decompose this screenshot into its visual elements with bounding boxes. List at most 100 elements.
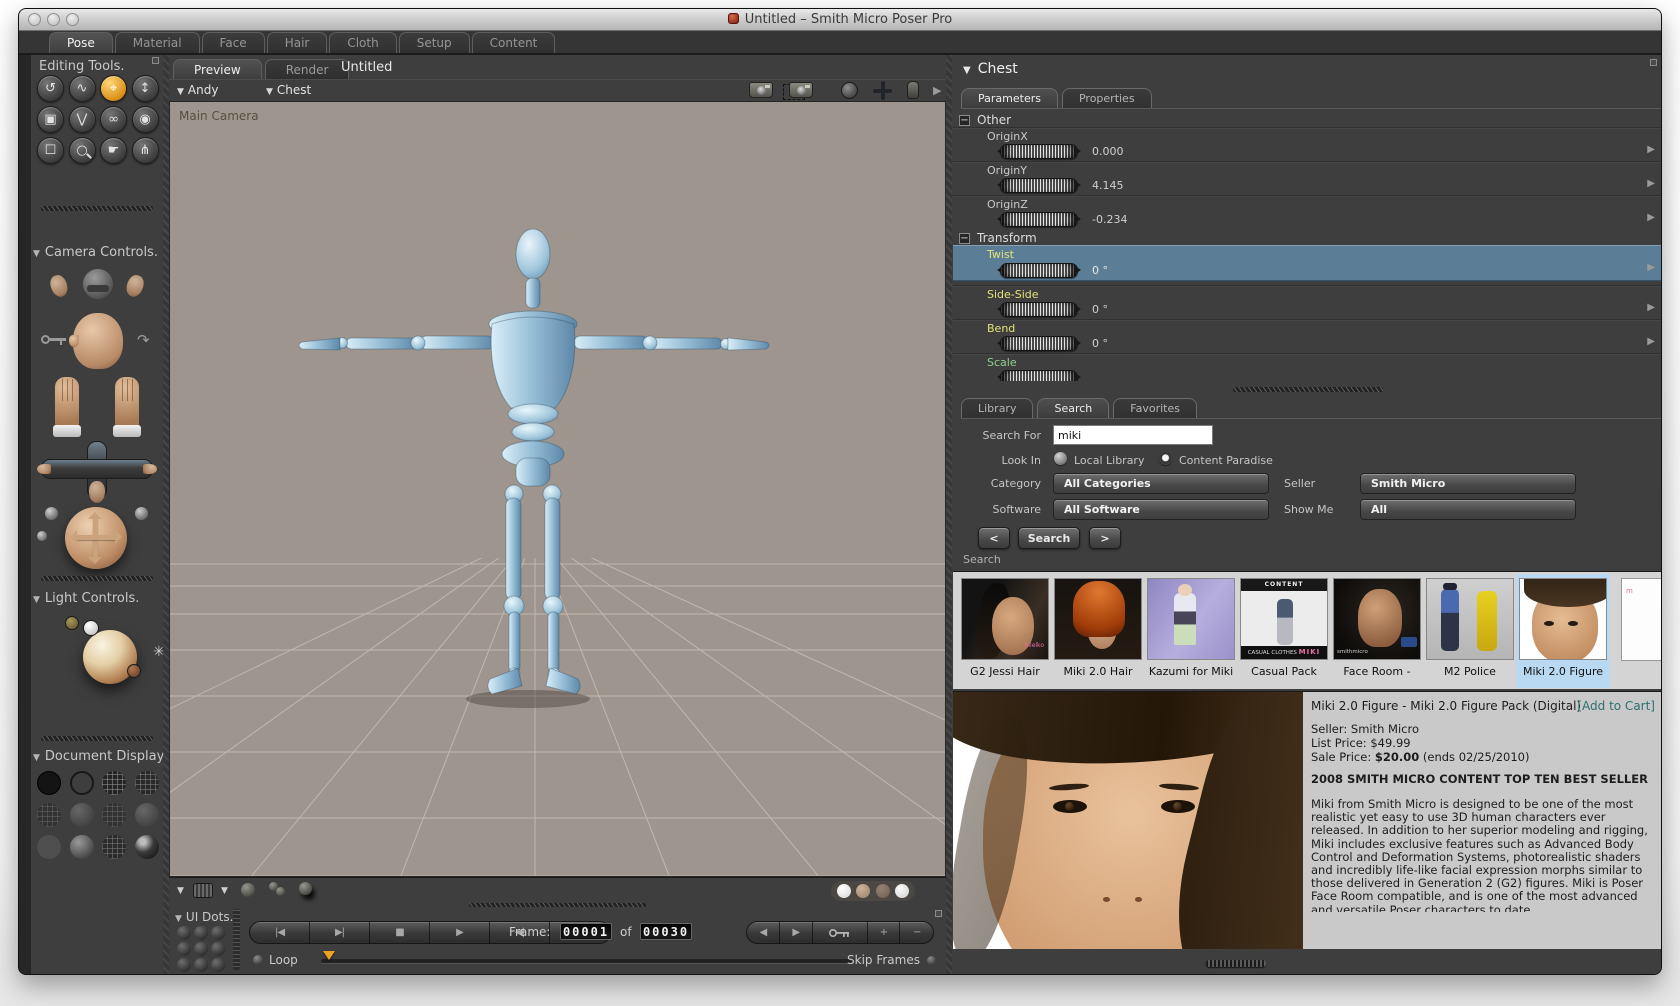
display-silhouette-icon[interactable]	[37, 771, 61, 795]
param-row-originx[interactable]: OriginX 0.000 ▶	[953, 127, 1661, 161]
panel-resize-divider[interactable]	[946, 55, 952, 974]
titlebar[interactable]: Untitled – Smith Micro Poser Pro	[19, 9, 1661, 31]
style-white-ball[interactable]	[836, 884, 851, 898]
scale-dial[interactable]	[993, 370, 1085, 381]
result-thumbnail-kazumi[interactable]: Kazumi Kazumi for Miki	[1147, 577, 1235, 685]
tracking-ball-icon[interactable]	[241, 883, 255, 897]
param-value[interactable]: 0 °	[1092, 264, 1108, 277]
right-hand-camera-icon[interactable]	[115, 377, 139, 429]
light-3-indicator[interactable]	[127, 664, 141, 678]
ui-dots-header[interactable]: ▼ UI Dots.	[175, 910, 233, 924]
param-value[interactable]: 0 °	[1092, 337, 1108, 350]
animating-camera-key-icon[interactable]	[41, 335, 67, 345]
style-tan-ball[interactable]	[856, 884, 871, 898]
camera-left-hand-icon[interactable]	[47, 272, 71, 300]
tracking-multi-ball-icon-2[interactable]	[276, 887, 285, 896]
total-frames-counter[interactable]: 00030	[640, 923, 692, 940]
search-button[interactable]: Search	[1018, 527, 1080, 549]
stop-button[interactable]: ■	[370, 922, 430, 943]
param-row-scale[interactable]: Scale	[953, 353, 1661, 381]
flyaround-camera-icon[interactable]	[83, 269, 113, 299]
camera-flyaround-icon[interactable]	[789, 82, 813, 98]
next-key-button[interactable]: ▶	[780, 922, 813, 943]
direct-manipulation-tool-icon[interactable]: ⋔	[131, 137, 159, 164]
originy-dial[interactable]	[993, 178, 1085, 193]
param-value[interactable]: 0.000	[1092, 145, 1124, 158]
add-to-cart-link[interactable]: [Add to Cart]	[1577, 699, 1655, 713]
tab-preview[interactable]: Preview	[173, 59, 262, 79]
edit-keyframes-button[interactable]	[813, 922, 868, 943]
morphing-tool-icon[interactable]: ☛	[100, 137, 127, 164]
tab-material[interactable]: Material	[114, 32, 200, 53]
panel-divider[interactable]	[1233, 387, 1383, 392]
grouping-tool-icon[interactable]: ☐	[37, 137, 64, 164]
toolbar-overflow-arrow[interactable]: ▶	[933, 84, 941, 97]
current-frame-counter[interactable]: 00001	[560, 923, 612, 940]
left-hand-camera-icon[interactable]	[55, 377, 79, 429]
chain-break-tool-icon[interactable]: ∞	[100, 106, 127, 133]
display-flat-lined-icon[interactable]	[102, 803, 126, 827]
tab-library[interactable]: Library	[961, 398, 1034, 418]
param-row-side-side[interactable]: Side-Side 0 ° ▶	[953, 285, 1661, 319]
result-thumbnail-m2-police[interactable]: M2 Police	[1426, 577, 1514, 685]
style-brown-ball[interactable]	[875, 884, 890, 898]
group-transform[interactable]: − Transform	[959, 231, 1037, 245]
skip-frames-label[interactable]: Skip Frames	[847, 953, 920, 967]
param-row-twist-selected[interactable]: Twist 0 ° ▶	[953, 245, 1661, 281]
param-menu-arrow[interactable]: ▶	[1647, 262, 1655, 273]
param-menu-arrow[interactable]: ▶	[1647, 212, 1655, 223]
collapse-icon[interactable]: −	[959, 232, 970, 244]
param-menu-arrow[interactable]: ▶	[1647, 336, 1655, 347]
show-me-dropdown[interactable]: All	[1360, 499, 1576, 520]
move-cross-icon[interactable]	[873, 81, 892, 100]
param-row-originz[interactable]: OriginZ -0.234 ▶	[953, 195, 1661, 229]
tab-face[interactable]: Face	[201, 32, 265, 53]
chevron-down-icon[interactable]: ▼	[177, 886, 184, 896]
search-input[interactable]	[1053, 425, 1213, 445]
param-row-originy[interactable]: OriginY 4.145 ▶	[953, 161, 1661, 195]
section-divider[interactable]	[41, 206, 153, 211]
delete-keyframe-button[interactable]: −	[900, 922, 933, 943]
originx-dial[interactable]	[993, 144, 1085, 159]
tab-render[interactable]: Render	[264, 59, 350, 79]
group-other[interactable]: − Other	[959, 113, 1011, 127]
content-paradise-radio-label[interactable]: Content Paradise	[1179, 454, 1273, 467]
side-side-dial[interactable]	[993, 302, 1085, 317]
panel-widget-icon[interactable]	[935, 910, 942, 917]
scale-tool-icon[interactable]: ▣	[37, 106, 64, 133]
ui-dot-2[interactable]	[194, 926, 208, 940]
tab-hair[interactable]: Hair	[266, 32, 328, 53]
panel-widget-icon[interactable]	[152, 57, 159, 64]
tab-content[interactable]: Content	[471, 32, 556, 53]
camera-controls-header[interactable]: ▼ Camera Controls.	[33, 245, 158, 260]
timeline-track[interactable]	[321, 959, 854, 963]
camera-name-label[interactable]: Main Camera	[179, 109, 259, 123]
color-tool-icon[interactable]: ◉	[131, 106, 159, 133]
translate-in-out-tool-icon[interactable]: ↕	[131, 75, 159, 102]
result-thumbnail-face-room[interactable]: smithmicro Face Room -	[1333, 577, 1421, 685]
selected-actor-header[interactable]: ▼ Chest	[963, 61, 1018, 77]
result-thumbnail-casual-pack[interactable]: CONTENT CASUAL CLOTHES MIKI Casual Pack	[1240, 577, 1328, 685]
camera-right-hand-icon[interactable]	[123, 272, 147, 300]
ui-dot-11[interactable]	[194, 974, 208, 975]
result-thumbnail-miki-figure-selected[interactable]: Miki 2.0 Figure	[1519, 577, 1607, 685]
param-value[interactable]: 0 °	[1092, 303, 1108, 316]
panel-widget-icon[interactable]	[1650, 59, 1657, 66]
display-texture-shaded-icon[interactable]	[102, 835, 126, 859]
trackball-icon[interactable]	[841, 82, 858, 99]
bend-dial[interactable]	[993, 336, 1085, 351]
seller-dropdown[interactable]: Smith Micro	[1360, 473, 1576, 494]
section-divider[interactable]	[41, 576, 153, 581]
display-wireframe-icon[interactable]	[102, 771, 126, 795]
originz-dial[interactable]	[993, 212, 1085, 227]
skip-frames-toggle[interactable]	[927, 956, 936, 965]
document-display-header[interactable]: ▼ Document Display	[33, 749, 164, 764]
display-lit-wireframe-icon[interactable]	[37, 803, 61, 827]
param-value[interactable]: -0.234	[1092, 213, 1127, 226]
display-flat-shaded-icon[interactable]	[69, 803, 94, 827]
timeline-position-marker[interactable]	[323, 951, 335, 966]
display-outline-icon[interactable]	[69, 771, 94, 795]
taper-tool-icon[interactable]: ⋁	[68, 106, 96, 133]
camera-select-ball-right[interactable]	[135, 507, 148, 520]
display-smooth-shaded-icon[interactable]	[37, 835, 61, 859]
